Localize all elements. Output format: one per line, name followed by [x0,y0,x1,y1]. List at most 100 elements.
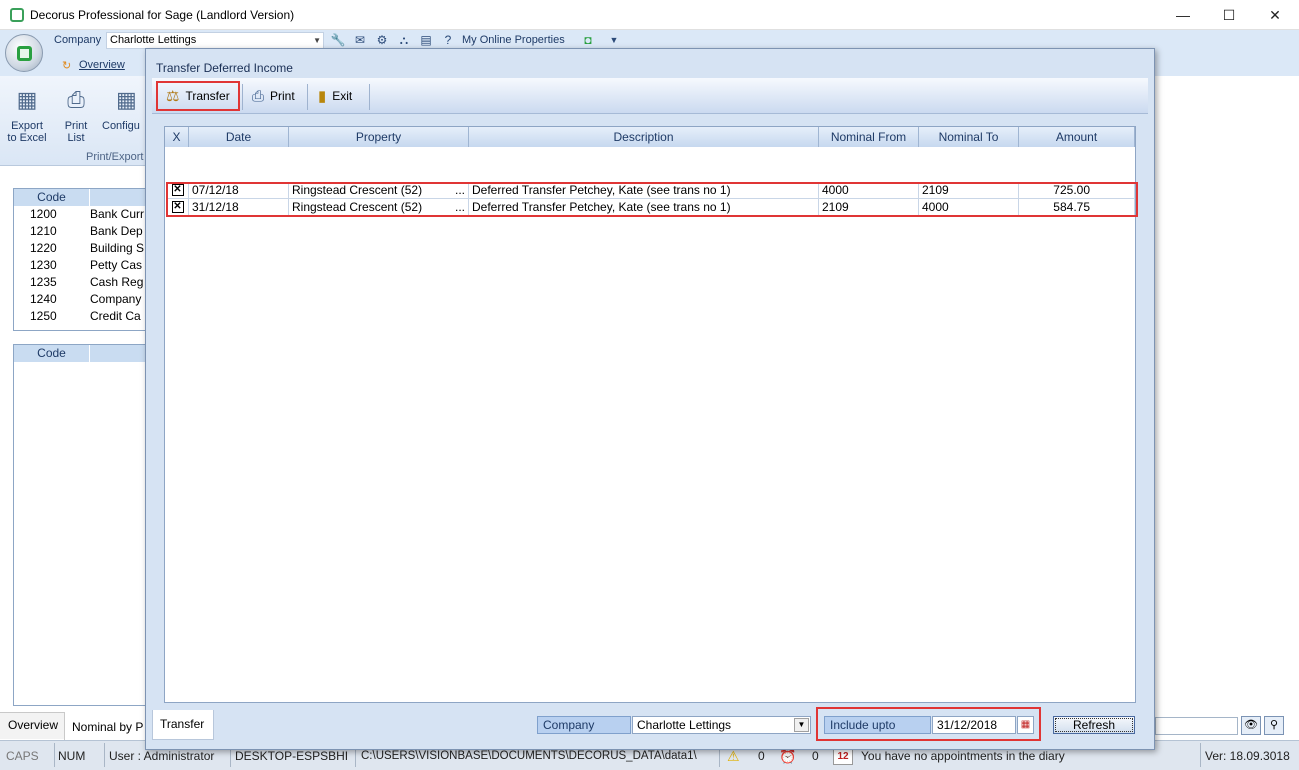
transfer-button[interactable]: ⚖ Transfer [156,81,240,111]
column-header-code[interactable]: Code [14,345,90,362]
view-icon[interactable]: 👁 [1241,716,1261,735]
column-header-nominal-to[interactable]: Nominal To [919,127,1019,147]
tab-overview[interactable]: Overview [79,59,125,71]
column-header-code[interactable]: Code [14,189,90,206]
item-code: 1220 [30,241,57,255]
item-name: Bank Curr [90,207,145,221]
item-code: 1230 [30,258,57,272]
export-to-excel-label: Export to Excel [7,120,47,144]
company-filter-label: Company [537,716,631,734]
network-icon[interactable]: ⚙ [374,32,390,48]
calendar-icon: ▦ [116,87,137,112]
include-upto-label: Include upto [824,716,931,734]
minimize-button[interactable]: — [1160,0,1206,30]
list-header: Code [14,189,147,206]
item-name: Bank Dep [90,224,143,238]
printer-icon: ⎙ [252,87,265,105]
company-select-value: Charlotte Lettings [110,34,197,46]
export-to-excel-button[interactable]: ▦ Export to Excel [4,84,50,144]
item-name: Petty Cas [90,258,143,272]
application-menu-button[interactable] [5,34,43,72]
hierarchy-icon[interactable]: ⛬ [396,32,412,48]
print-button[interactable]: ⎙ Print [244,81,303,111]
item-name: Credit Ca [90,309,141,323]
wrench-icon[interactable]: 🔧 [330,32,346,48]
num-indicator: NUM [58,749,86,763]
list-item[interactable]: 1210 Bank Dep [14,223,147,240]
transactions-list: Code [13,344,148,706]
my-online-properties-link[interactable]: My Online Properties [462,34,565,46]
help-icon[interactable]: ? [440,32,456,48]
tab-nominal-by-property[interactable]: Nominal by P [72,720,143,734]
toolbar-divider [369,84,370,110]
app-logo-icon [17,46,32,61]
app-small-icon[interactable]: ◘ [580,32,596,48]
close-button[interactable]: ✕ [1252,0,1298,30]
company-filter-value: Charlotte Lettings [637,718,732,732]
transfer-label: Transfer [185,89,230,103]
configure-label: Configu [102,120,140,132]
exit-door-icon: ▮ [318,88,327,105]
document-icon[interactable]: ▤ [418,32,434,48]
column-header-name[interactable] [90,345,147,362]
window-titlebar: Decorus Professional for Sage (Landlord … [0,0,1299,30]
column-header-select[interactable]: X [165,127,189,147]
item-name: Cash Reg [90,275,144,289]
item-name: Building S [90,241,145,255]
exit-button[interactable]: ▮ Exit [310,81,360,111]
search-field[interactable] [1155,717,1238,735]
company-label: Company [54,34,102,46]
include-upto-date-field[interactable]: 31/12/2018 [932,716,1016,734]
print-label: Print [270,89,295,103]
highlighted-rows-box [166,182,1138,217]
dialog-title: Transfer Deferred Income [156,61,293,75]
toolbar-divider [307,84,308,110]
grid-header: X Date Property Description Nominal From… [165,127,1135,147]
column-header-date[interactable]: Date [189,127,289,147]
app-icon [10,8,24,22]
status-divider [1200,743,1201,767]
spreadsheet-icon: ▦ [16,87,38,112]
calendar-picker-icon[interactable]: ▦ [1017,716,1034,734]
search-icon[interactable]: ⚲ [1264,716,1284,735]
column-header-name[interactable] [90,189,147,206]
tab-overview-bottom[interactable]: Overview [8,718,58,732]
item-code: 1235 [30,275,57,289]
list-item[interactable]: 1240 Company [14,291,147,308]
status-divider [54,743,55,767]
list-header: Code [14,345,147,362]
version-status: Ver: 18.09.3018 [1205,749,1290,763]
company-select[interactable]: Charlotte Lettings ▼ [106,32,324,49]
item-code: 1210 [30,224,57,238]
transfer-icon: ⚖ [166,88,180,105]
item-name: Company [90,292,142,306]
nominal-codes-list: Code 1200 Bank Curr 1210 Bank Dep 1220 Buil… [13,188,148,331]
company-filter-select[interactable]: Charlotte Lettings ▼ [632,716,811,734]
tab-transfer[interactable]: Transfer [152,710,214,740]
column-header-amount[interactable]: Amount [1019,127,1135,147]
print-list-label: Print List [64,120,88,144]
chevron-down-icon[interactable]: ▼ [794,718,809,732]
chevron-down-icon: ▼ [313,36,321,45]
customize-toolbar-icon[interactable]: ▼ [606,32,622,48]
column-header-description[interactable]: Description [469,127,819,147]
configure-button[interactable]: ▦ Configu [102,84,146,132]
window-title: Decorus Professional for Sage (Landlord … [30,8,295,22]
column-header-nominal-from[interactable]: Nominal From [819,127,919,147]
print-list-button[interactable]: ⎙ Print List [56,84,96,144]
overview-icon: ↻ [62,60,72,72]
caps-indicator: CAPS [6,749,39,763]
maximize-button[interactable]: ☐ [1206,0,1252,30]
list-item[interactable]: 1230 Petty Cas [14,257,147,274]
list-item[interactable]: 1235 Cash Reg [14,274,147,291]
refresh-button[interactable]: Refresh [1053,716,1135,734]
exit-label: Exit [332,89,353,103]
item-code: 1200 [30,207,57,221]
column-header-property[interactable]: Property [289,127,469,147]
toolbar-divider [242,84,243,110]
item-code: 1240 [30,292,57,306]
list-item[interactable]: 1200 Bank Curr [14,206,147,223]
list-item[interactable]: 1220 Building S [14,240,147,257]
list-item[interactable]: 1250 Credit Ca [14,308,147,325]
email-icon[interactable]: ✉ [352,32,368,48]
